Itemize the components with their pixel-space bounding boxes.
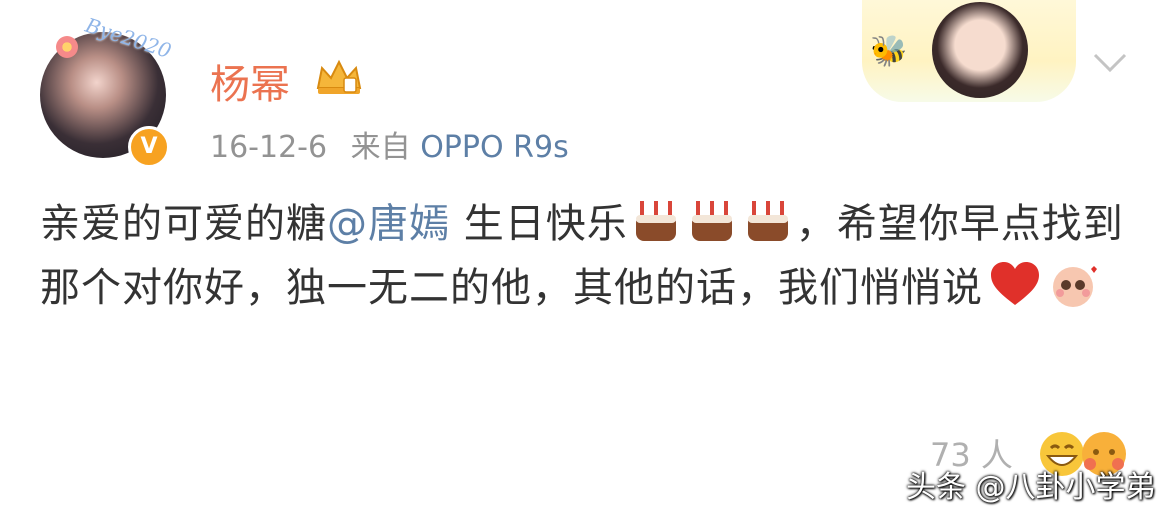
mention-link[interactable]: @唐嫣 (327, 201, 450, 247)
bee-icon: 🐝 (870, 34, 908, 69)
post-text-1: 亲爱的可爱的糖 (40, 201, 327, 247)
post-body: 亲爱的可爱的糖@唐嫣 生日快乐 ，希望你早点找到那个对你好，独一无二的他，其他的… (40, 192, 1130, 320)
crown-icon (316, 59, 362, 94)
from-label: 来自 (350, 130, 411, 165)
red-heart-icon (991, 262, 1039, 305)
post-source-link[interactable]: OPPO R9s (420, 130, 569, 165)
profile-banner: 🐝 (862, 0, 1076, 102)
banner-portrait (932, 2, 1028, 98)
post-text-2: 生日快乐 (450, 201, 628, 247)
cake-icon (691, 201, 732, 241)
username-link[interactable]: 杨幂 (210, 52, 290, 110)
verified-badge-icon: V (128, 126, 170, 168)
post-meta: 16-12-6 来自 OPPO R9s (210, 122, 569, 166)
chevron-down-icon[interactable] (1092, 50, 1128, 76)
shy-emoji-icon (1053, 266, 1097, 307)
user-avatar[interactable]: Bye2020 V (40, 13, 174, 168)
source-watermark: 头条 @八卦小学弟 (906, 470, 1156, 505)
flower-icon (56, 36, 78, 58)
cake-icon (635, 201, 676, 241)
cake-icon (747, 201, 788, 241)
post-date: 16-12-6 (210, 130, 328, 165)
